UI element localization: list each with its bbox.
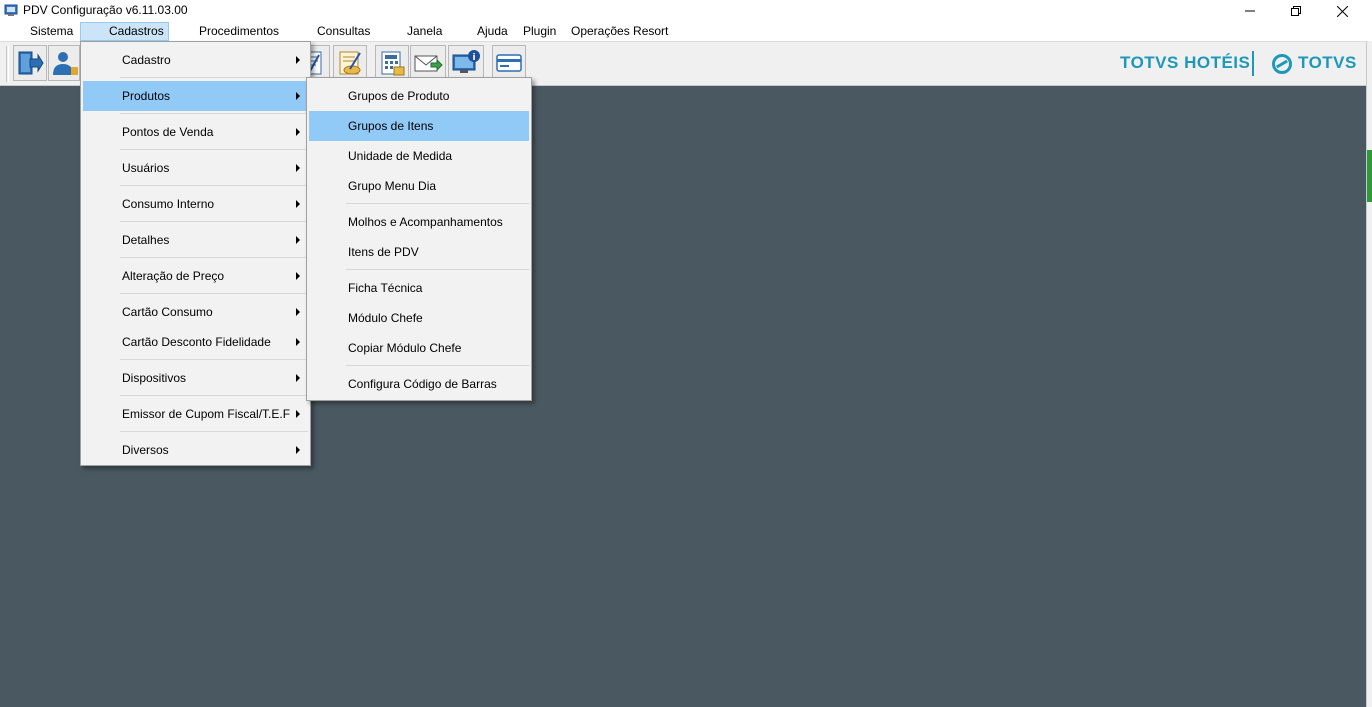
- submenu-arrow-icon: [296, 410, 300, 418]
- credit-card-button[interactable]: [492, 45, 526, 81]
- close-icon: [1336, 5, 1348, 17]
- submenu-arrow-icon: [296, 56, 300, 64]
- menu-item-detalhes[interactable]: Detalhes: [83, 225, 308, 255]
- menu-operacoes-resort[interactable]: Operações Resort: [563, 22, 676, 41]
- menu-item-configura-codigo-de-barras[interactable]: Configura Código de Barras: [309, 369, 529, 399]
- menu-separator: [120, 77, 308, 78]
- minimize-icon: [1245, 10, 1255, 12]
- menu-plugin[interactable]: Plugin: [515, 22, 564, 41]
- menu-bar: Sistema Cadastros Procedimentos Consulta…: [0, 22, 1372, 41]
- menu-item-pontos-de-venda[interactable]: Pontos de Venda: [83, 117, 308, 147]
- users-button[interactable]: [48, 45, 80, 81]
- menu-item-emissor-cupom-fiscal[interactable]: Emissor de Cupom Fiscal/T.E.F: [83, 399, 308, 429]
- menu-item-grupos-de-produto[interactable]: Grupos de Produto: [309, 81, 529, 111]
- menu-consultas[interactable]: Consultas: [309, 22, 378, 41]
- menu-item-itens-de-pdv[interactable]: Itens de PDV: [309, 237, 529, 267]
- menu-separator: [120, 113, 308, 114]
- menu-janela[interactable]: Janela: [399, 22, 450, 41]
- menu-item-diversos[interactable]: Diversos: [83, 435, 308, 465]
- submenu-arrow-icon: [296, 308, 300, 316]
- submenu-arrow-icon: [296, 128, 300, 136]
- menu-separator: [120, 359, 308, 360]
- calculator-button[interactable]: [375, 45, 409, 81]
- menu-item-alteracao-de-preco[interactable]: Alteração de Preço: [83, 261, 308, 291]
- menu-item-cadastro[interactable]: Cadastro: [83, 45, 308, 75]
- menu-item-copiar-modulo-chefe[interactable]: Copiar Módulo Chefe: [309, 333, 529, 363]
- submenu-arrow-icon: [296, 236, 300, 244]
- produtos-submenu: Grupos de Produto Grupos de Itens Unidad…: [306, 77, 532, 401]
- monitor-info-button[interactable]: i: [448, 45, 484, 81]
- menu-item-consumo-interno[interactable]: Consumo Interno: [83, 189, 308, 219]
- calculator-icon: [381, 51, 405, 76]
- submenu-arrow-icon: [296, 446, 300, 454]
- green-indicator: [1367, 150, 1372, 202]
- money-edit-button[interactable]: [333, 45, 367, 81]
- submenu-arrow-icon: [296, 374, 300, 382]
- menu-ajuda[interactable]: Ajuda: [469, 22, 516, 41]
- mail-send-icon: [414, 55, 443, 72]
- menu-sistema[interactable]: Sistema: [22, 22, 81, 41]
- menu-separator: [120, 395, 308, 396]
- menu-separator: [120, 257, 308, 258]
- menu-procedimentos[interactable]: Procedimentos: [191, 22, 287, 41]
- window-title: PDV Configuração v6.11.03.00: [23, 3, 188, 17]
- exit-button[interactable]: [13, 45, 47, 81]
- right-edge-panel: [1366, 41, 1372, 707]
- users-icon: [53, 52, 78, 75]
- restore-button[interactable]: [1273, 0, 1319, 22]
- restore-icon: [1291, 6, 1301, 16]
- close-button[interactable]: [1319, 0, 1365, 22]
- menu-item-produtos[interactable]: Produtos: [83, 81, 308, 111]
- submenu-arrow-icon: [296, 338, 300, 346]
- app-icon: [4, 3, 18, 17]
- submenu-arrow-icon: [296, 200, 300, 208]
- minimize-button[interactable]: [1227, 0, 1273, 22]
- menu-separator: [346, 269, 529, 270]
- svg-text:i: i: [472, 53, 475, 63]
- menu-separator: [120, 149, 308, 150]
- submenu-arrow-icon: [296, 92, 300, 100]
- title-bar: PDV Configuração v6.11.03.00: [0, 0, 1372, 22]
- submenu-arrow-icon: [296, 272, 300, 280]
- menu-separator: [346, 203, 529, 204]
- submenu-arrow-icon: [296, 164, 300, 172]
- brand-totvs-hoteis: TOTVS HOTÉIS: [1120, 53, 1251, 72]
- menu-separator: [120, 431, 308, 432]
- menu-separator: [120, 221, 308, 222]
- monitor-info-icon: i: [452, 50, 480, 73]
- exit-icon: [18, 51, 44, 75]
- menu-separator: [120, 293, 308, 294]
- menu-item-cartao-consumo[interactable]: Cartão Consumo: [83, 297, 308, 327]
- menu-item-grupos-de-itens[interactable]: Grupos de Itens: [309, 111, 529, 141]
- menu-item-modulo-chefe[interactable]: Módulo Chefe: [309, 303, 529, 333]
- cadastros-menu: Cadastro Produtos Pontos de Venda Usuári…: [80, 41, 311, 466]
- brand-divider: [1252, 51, 1254, 76]
- credit-card-icon: [496, 54, 522, 72]
- toolbar-grip[interactable]: [6, 46, 9, 82]
- menu-item-dispositivos[interactable]: Dispositivos: [83, 363, 308, 393]
- menu-separator: [120, 185, 308, 186]
- menu-item-ficha-tecnica[interactable]: Ficha Técnica: [309, 273, 529, 303]
- menu-item-grupo-menu-dia[interactable]: Grupo Menu Dia: [309, 171, 529, 201]
- totvs-logo-icon: [1272, 54, 1292, 77]
- menu-separator: [346, 365, 529, 366]
- menu-cadastros[interactable]: Cadastros: [80, 22, 169, 41]
- brand-totvs: TOTVS: [1298, 53, 1357, 72]
- menu-item-cartao-desconto-fidelidade[interactable]: Cartão Desconto Fidelidade: [83, 327, 308, 357]
- money-edit-icon: [339, 51, 361, 75]
- menu-item-unidade-de-medida[interactable]: Unidade de Medida: [309, 141, 529, 171]
- menu-item-usuarios[interactable]: Usuários: [83, 153, 308, 183]
- mail-send-button[interactable]: [410, 45, 446, 81]
- menu-item-molhos-e-acompanhamentos[interactable]: Molhos e Acompanhamentos: [309, 207, 529, 237]
